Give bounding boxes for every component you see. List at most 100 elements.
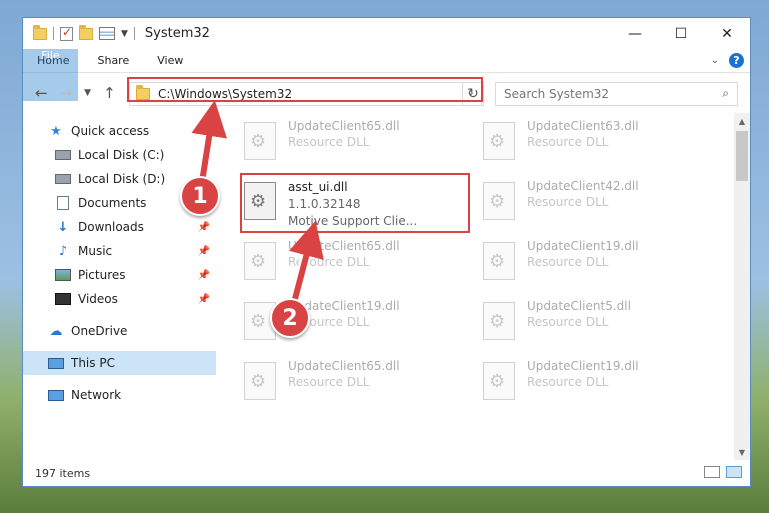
onedrive-icon: ☁ [49,323,63,339]
minimize-button[interactable]: — [612,18,658,49]
file-type: Resource DLL [527,375,609,389]
file-item[interactable]: UpdateClient65.dll Resource DLL [244,237,469,289]
documents-icon [55,196,71,210]
dll-file-icon [483,122,515,160]
search-box[interactable]: ⌕ [495,82,738,106]
nav-item-videos[interactable]: Videos 📌 [23,287,216,311]
nav-item-label: Quick access [71,124,150,138]
file-name: UpdateClient65.dll [288,119,400,133]
dll-file-icon [244,122,276,160]
nav-item-quick-access[interactable]: ★ Quick access [23,119,216,143]
file-item[interactable]: UpdateClient65.dll Resource DLL [244,117,469,169]
properties-check-icon[interactable] [60,25,73,41]
nav-item-label: Downloads [78,220,144,234]
window-title: System32 [144,26,210,41]
file-name: UpdateClient19.dll [527,359,639,373]
navigation-pane: ★ Quick access Local Disk (C:) Local Dis… [23,113,216,460]
nav-item-label: Pictures [78,268,126,282]
vertical-scrollbar[interactable]: ▲ ▼ [734,113,750,460]
tab-view[interactable]: View [143,49,197,72]
details-view-icon[interactable] [704,466,720,478]
title-bar: ▼ System32 — ☐ ✕ [23,18,750,49]
nav-item-label: Videos [78,292,118,306]
file-type: Resource DLL [527,195,609,209]
new-folder-icon[interactable] [79,24,93,40]
scroll-down-arrow-icon[interactable]: ▼ [734,444,750,460]
view-toggle [704,466,742,478]
item-count: 197 items [35,466,91,480]
videos-icon [55,292,71,306]
nav-item-network[interactable]: Network [23,383,216,407]
large-icons-view-icon[interactable] [726,466,742,478]
pin-icon[interactable]: 📌 [198,294,210,305]
nav-item-label: Network [71,388,122,402]
nav-item-onedrive[interactable]: ☁ OneDrive [23,319,216,343]
tab-share[interactable]: Share [83,49,143,72]
nav-item-label: Local Disk (D:) [78,172,166,186]
toolbar-divider [53,27,54,40]
file-item[interactable]: UpdateClient19.dll Resource DLL [483,237,708,289]
file-type: Resource DLL [527,255,609,269]
file-item[interactable]: UpdateClient42.dll Resource DLL [483,177,708,229]
back-arrow-icon[interactable]: ← [35,84,48,102]
recent-locations-chevron-icon[interactable]: ▼ [84,88,91,98]
ribbon-tabs: File Home Share View ⌄ ? [23,49,750,101]
pin-icon[interactable]: 📌 [198,222,210,233]
file-name: UpdateClient42.dll [527,179,639,193]
pin-icon[interactable]: 📌 [198,270,210,281]
scroll-up-arrow-icon[interactable]: ▲ [734,113,750,129]
close-button[interactable]: ✕ [704,18,750,49]
step-1-badge: 1 [180,176,220,216]
pc-icon [48,356,64,370]
annotation-file-highlight [240,173,470,233]
downloads-icon: ↓ [57,219,69,235]
pin-icon[interactable]: 📌 [198,246,210,257]
file-name: UpdateClient19.dll [527,239,639,253]
file-type: Resource DLL [527,135,609,149]
file-name: UpdateClient65.dll [288,359,400,373]
up-arrow-icon[interactable]: ↑ [103,84,116,102]
customize-toolbar-chevron-icon[interactable]: ▼ [121,29,128,39]
file-item[interactable]: UpdateClient65.dll Resource DLL [244,357,469,409]
nav-item-pictures[interactable]: Pictures 📌 [23,263,216,287]
maximize-button[interactable]: ☐ [658,18,704,49]
nav-item-downloads[interactable]: ↓ Downloads 📌 [23,215,216,239]
file-type: Resource DLL [527,315,609,329]
folder-icon [33,24,47,40]
file-item[interactable]: UpdateClient5.dll Resource DLL [483,297,708,349]
nav-item-label: Documents [78,196,147,210]
search-icon: ⌕ [722,86,729,100]
nav-item-this-pc[interactable]: This PC [23,351,216,375]
dll-file-icon [244,242,276,280]
file-type: Resource DLL [288,255,370,269]
expand-ribbon-chevron-icon[interactable]: ⌄ [711,55,719,66]
nav-item-local-disk-c[interactable]: Local Disk (C:) [23,143,216,167]
file-item[interactable]: UpdateClient63.dll Resource DLL [483,117,708,169]
file-name: UpdateClient65.dll [288,239,400,253]
music-icon: ♪ [58,243,68,259]
file-item[interactable]: UpdateClient19.dll Resource DLL [483,357,708,409]
star-icon: ★ [50,123,62,139]
nav-item-label: OneDrive [71,324,128,338]
search-input[interactable] [504,87,704,101]
file-list: UpdateClient65.dll Resource DLL UpdateCli… [216,113,750,460]
file-name: UpdateClient5.dll [527,299,631,313]
file-name: UpdateClient63.dll [527,119,639,133]
scrollbar-thumb[interactable] [736,131,748,181]
forward-arrow-icon[interactable]: → [60,84,73,102]
nav-item-music[interactable]: ♪ Music 📌 [23,239,216,263]
window-controls: — ☐ ✕ [612,18,750,49]
dll-file-icon [483,182,515,220]
toolbar-divider [133,27,135,40]
view-props-icon[interactable] [99,27,115,40]
help-icon[interactable]: ? [729,53,744,68]
nav-item-label: Local Disk (C:) [78,148,165,162]
step-2-badge: 2 [270,298,310,338]
dll-file-icon [483,362,515,400]
file-type: Resource DLL [288,375,370,389]
dll-file-icon [483,302,515,340]
explorer-body: ★ Quick access Local Disk (C:) Local Dis… [23,113,750,460]
navigation-buttons: ← → ▼ ↑ [23,84,129,102]
dll-file-icon [483,242,515,280]
nav-item-label: This PC [71,356,115,370]
